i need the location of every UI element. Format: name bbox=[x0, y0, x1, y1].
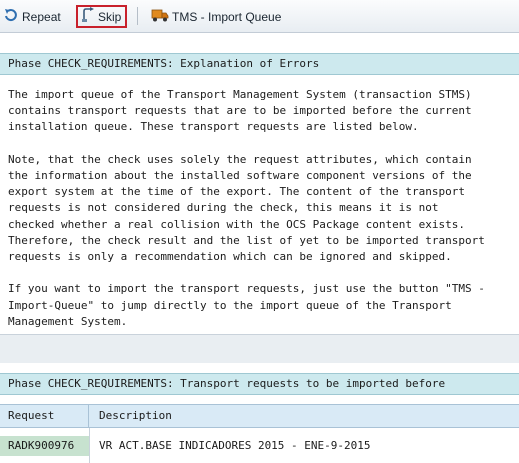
skip-icon bbox=[81, 7, 95, 26]
explanation-paragraph: If you want to import the transport requ… bbox=[8, 282, 485, 328]
table-header: Request Description bbox=[0, 404, 519, 428]
section-divider bbox=[0, 334, 519, 363]
column-header-description[interactable]: Description bbox=[89, 405, 519, 428]
skip-button[interactable]: Skip bbox=[76, 5, 127, 28]
explanation-paragraph: The import queue of the Transport Manage… bbox=[8, 88, 472, 134]
toolbar-gap bbox=[0, 34, 519, 46]
tms-import-queue-button[interactable]: TMS - Import Queue bbox=[148, 5, 284, 28]
transport-requests-table: Request Description RADK900976 VR ACT.BA… bbox=[0, 404, 519, 463]
phase-requests-header: Phase CHECK_REQUIREMENTS: Transport requ… bbox=[0, 373, 519, 395]
explanation-text-area: The import queue of the Transport Manage… bbox=[0, 78, 519, 334]
repeat-icon bbox=[3, 7, 19, 26]
application-toolbar: Repeat Skip TMS - Import Queue bbox=[0, 0, 519, 33]
description-cell[interactable]: VR ACT.BASE INDICADORES 2015 - ENE-9-201… bbox=[89, 436, 519, 456]
column-header-request[interactable]: Request bbox=[0, 405, 89, 428]
explanation-paragraph: Note, that the check uses solely the req… bbox=[8, 152, 485, 264]
table-row[interactable]: RADK900976 VR ACT.BASE INDICADORES 2015 … bbox=[0, 436, 519, 456]
request-cell[interactable]: RADK900976 bbox=[0, 436, 89, 456]
tms-import-queue-label: TMS - Import Queue bbox=[172, 9, 282, 24]
repeat-button[interactable]: Repeat bbox=[0, 5, 64, 28]
skip-label: Skip bbox=[98, 9, 122, 24]
repeat-label: Repeat bbox=[22, 9, 61, 24]
toolbar-separator bbox=[137, 7, 138, 25]
phase-explanation-header: Phase CHECK_REQUIREMENTS: Explanation of… bbox=[0, 53, 519, 75]
truck-icon bbox=[151, 7, 169, 26]
